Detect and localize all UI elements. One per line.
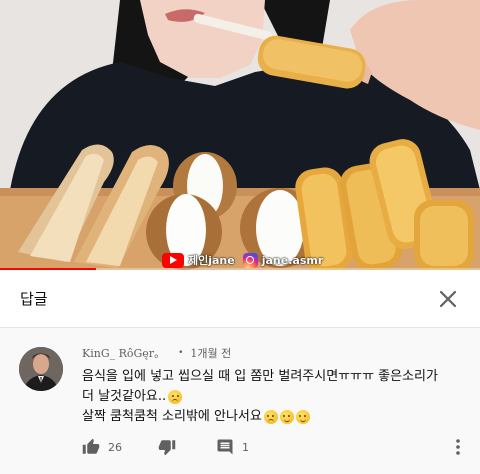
youtube-logo-icon (162, 252, 184, 268)
reply-count: 1 (242, 440, 249, 454)
comment-line-3: 살짝 쿰척쿰척 소리밖에 안나서요 (82, 407, 470, 427)
reply-button[interactable]: 1 (216, 435, 249, 459)
pleading-face-emoji-icon (263, 410, 278, 424)
video-frame (0, 0, 480, 270)
thumbs-down-icon (158, 440, 176, 456)
channel-name: 제인jane (188, 254, 235, 267)
close-icon (439, 290, 457, 307)
comment-meta: KinG_ RôGęr。 • 1개월 전 (82, 345, 231, 361)
comment-line-2: 더 날것같아요.. (82, 387, 470, 407)
more-vertical-icon (456, 439, 460, 455)
comment-line-1-text: 음식을 입에 넣고 씹으실 때 입 쫌만 벌려주시면ㅠㅠㅠ 좋은소리가 (82, 369, 438, 384)
avatar[interactable] (19, 347, 63, 391)
dislike-button[interactable] (158, 435, 176, 459)
comment-line-1: 음식을 입에 넣고 씹으실 때 입 쫌만 벌려주시면ㅠㅠㅠ 좋은소리가 (82, 367, 470, 387)
worried-face-emoji-icon (168, 390, 183, 404)
comment-time: 1개월 전 (190, 347, 232, 360)
relieved-face-emoji-icon (279, 410, 294, 424)
channel-watermark: 제인jane jane.asmr (162, 250, 323, 270)
replies-header: 답글 (0, 270, 480, 328)
instagram-logo-icon (242, 252, 258, 268)
comment-author[interactable]: KinG_ RôGęr。 (82, 345, 165, 361)
meta-separator: • (178, 348, 184, 358)
video-player[interactable]: 제인jane jane.asmr (0, 0, 480, 270)
avatar-image (19, 347, 63, 391)
panel-title: 답글 (20, 290, 48, 308)
like-button[interactable]: 26 (82, 435, 122, 459)
more-options-button[interactable] (452, 435, 464, 459)
smiling-face-emoji-icon (295, 410, 310, 424)
like-count: 26 (108, 440, 122, 454)
comment-actions: 26 1 (82, 435, 472, 459)
comment-item: KinG_ RôGęr。 • 1개월 전 음식을 입에 넣고 씹으실 때 입 쫌… (0, 329, 480, 474)
comment-line-3-text: 살짝 쿰척쿰척 소리밖에 안나서요 (82, 409, 262, 424)
comment-text: 음식을 입에 넣고 씹으실 때 입 쫌만 벌려주시면ㅠㅠㅠ 좋은소리가 더 날것… (82, 367, 470, 427)
instagram-handle: jane.asmr (261, 253, 324, 267)
thumbs-up-icon (82, 438, 100, 454)
comment-line-2-text: 더 날것같아요.. (82, 389, 167, 404)
close-button[interactable] (436, 287, 460, 311)
reply-icon (217, 439, 233, 455)
